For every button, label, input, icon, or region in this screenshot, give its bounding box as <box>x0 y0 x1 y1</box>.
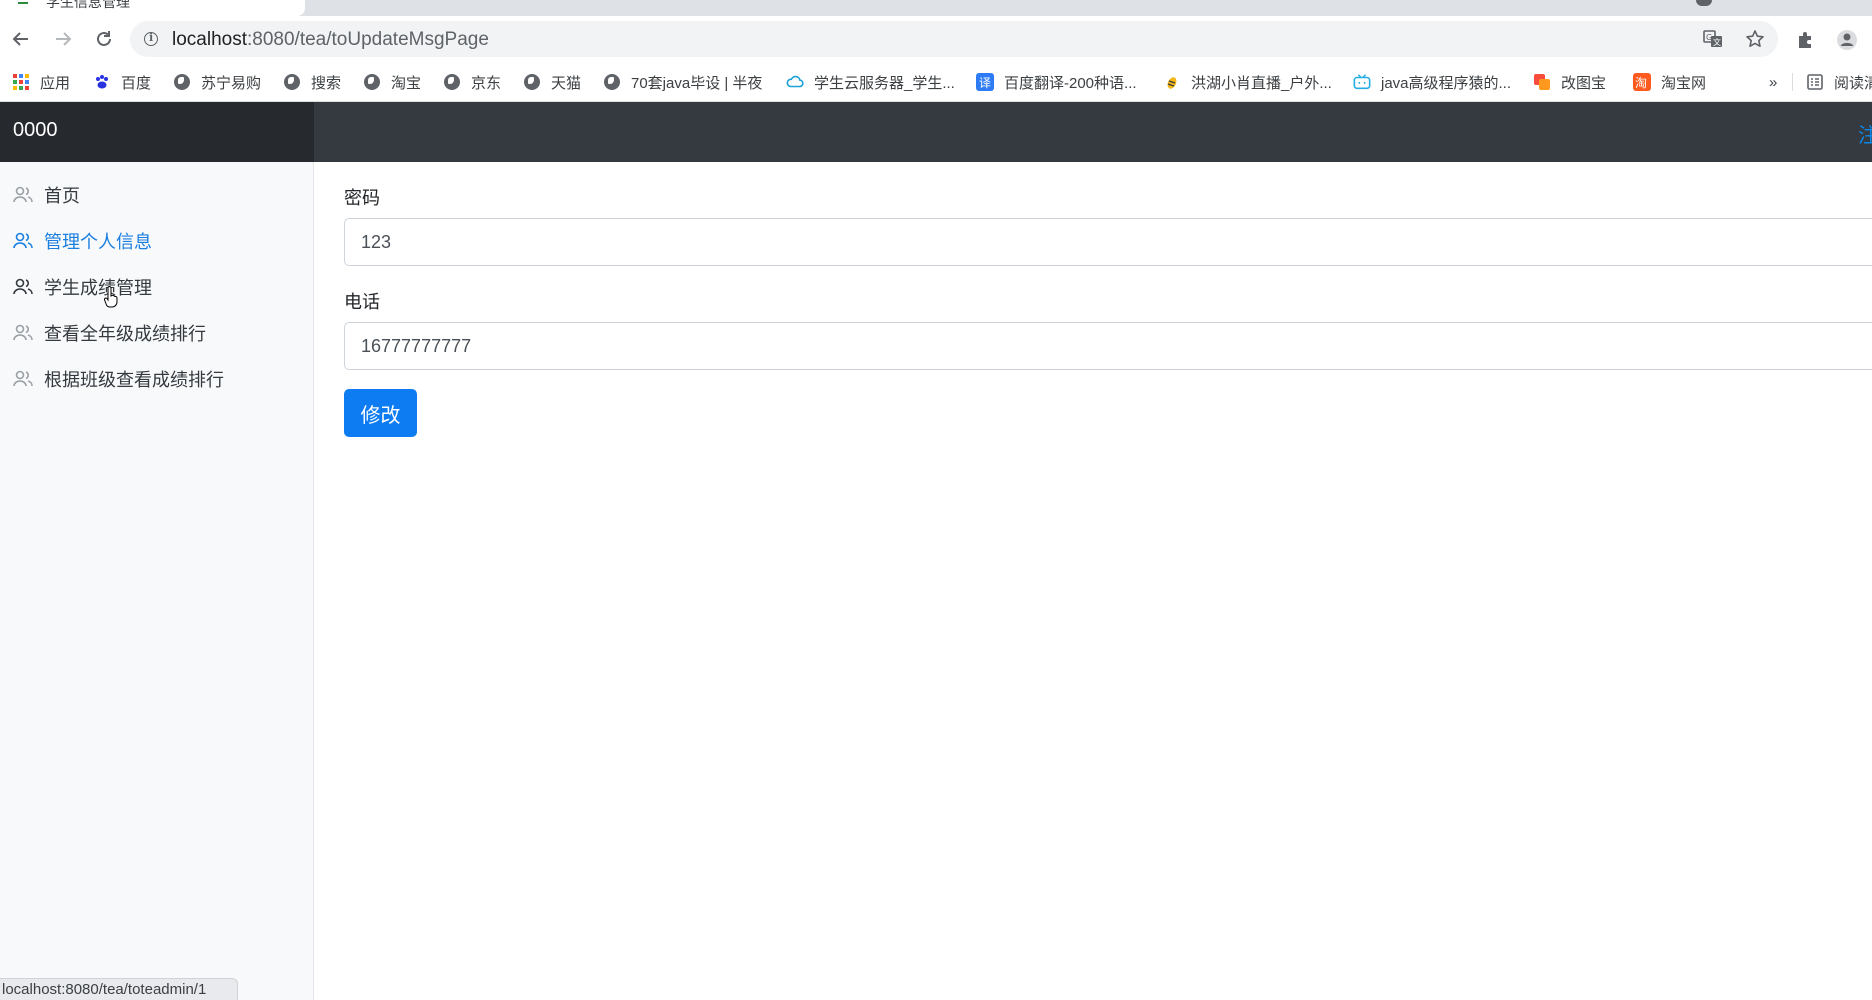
bookmark-java-senior[interactable]: java高级程序猿的... <box>1353 70 1511 94</box>
bookmark-tmall[interactable]: 天猫 <box>523 70 581 94</box>
back-arrow-icon <box>12 32 28 46</box>
bookmark-baidu[interactable]: 百度 <box>93 70 151 94</box>
signout-link[interactable]: 注销 <box>1858 119 1872 148</box>
url-text[interactable]: localhost:8080/tea/toUpdateMsgPage <box>172 29 489 51</box>
puzzle-icon <box>1799 32 1811 48</box>
avatar-icon <box>1837 30 1857 50</box>
sidebar-item-label: 管理个人信息 <box>44 232 152 252</box>
sidebar-item-grade-ranking[interactable]: 查看全年级成绩排行 <box>12 318 206 348</box>
globe-icon <box>283 73 301 91</box>
sidebar-item-personal-info[interactable]: 管理个人信息 <box>12 226 152 256</box>
sidebar-item-class-ranking[interactable]: 根据班级查看成绩排行 <box>12 364 224 394</box>
users-icon <box>13 370 33 387</box>
password-label: 密码 <box>344 188 380 208</box>
phone-input[interactable] <box>344 322 1872 370</box>
app-header: 0000 注销 <box>0 102 1872 162</box>
reload-button[interactable] <box>89 24 119 54</box>
bookmark-baidu-translate[interactable]: 译 百度翻译-200种语... <box>976 70 1137 94</box>
bookmark-taobao[interactable]: 淘宝 <box>363 70 421 94</box>
main-content: 密码 电话 修改 <box>314 162 1872 1000</box>
reload-icon <box>97 31 111 46</box>
browser-toolbar: localhost:8080/tea/toUpdateMsgPage 文G <box>0 16 1872 62</box>
users-icon <box>13 324 33 341</box>
bookmark-jd[interactable]: 京东 <box>443 70 501 94</box>
back-button[interactable] <box>6 24 36 54</box>
cloud-icon <box>786 73 804 91</box>
bookmark-apps[interactable]: 应用 <box>12 70 70 94</box>
reading-list-icon <box>1806 73 1824 91</box>
globe-icon <box>443 73 461 91</box>
svg-text:译: 译 <box>979 76 991 90</box>
tab-favicon-icon <box>18 0 28 4</box>
bookmark-reading-list[interactable]: 阅读清单 <box>1806 70 1872 94</box>
sidebar-item-grade-management[interactable]: 学生成绩管理 <box>12 272 152 302</box>
bookmark-student-cloud[interactable]: 学生云服务器_学生... <box>786 70 955 94</box>
bookmark-search[interactable]: 搜索 <box>283 70 341 94</box>
bookmark-gaitubao[interactable]: 改图宝 <box>1533 70 1606 94</box>
extensions-button[interactable] <box>1794 28 1818 52</box>
tab-title: 学生信息管理 <box>46 0 130 10</box>
sidebar-item-label: 根据班级查看成绩排行 <box>44 370 224 390</box>
svg-text:G: G <box>1706 33 1712 42</box>
globe-icon <box>523 73 541 91</box>
sidebar-item-label: 首页 <box>44 186 80 206</box>
taobao-icon: 淘 <box>1633 73 1651 91</box>
browser-tab-strip: 学生信息管理 <box>0 0 1872 16</box>
sidebar-item-home[interactable]: 首页 <box>12 180 80 210</box>
bookmark-java-projects[interactable]: 70套java毕设 | 半夜 <box>603 70 762 94</box>
forward-button[interactable] <box>48 24 78 54</box>
forward-arrow-icon <box>56 32 72 46</box>
globe-icon <box>363 73 381 91</box>
browser-tab[interactable]: 学生信息管理 <box>0 0 305 16</box>
users-icon <box>13 278 33 295</box>
users-icon <box>13 232 33 249</box>
globe-icon <box>173 73 191 91</box>
brand-title[interactable]: 0000 <box>0 102 314 162</box>
svg-text:淘: 淘 <box>1635 76 1647 90</box>
bookmark-honghu-live[interactable]: 洪湖小肖直播_户外... <box>1163 70 1332 94</box>
baidu-paw-icon <box>93 73 111 91</box>
bookmarks-overflow-button[interactable]: » <box>1769 70 1777 94</box>
gaitubao-icon <box>1533 73 1551 91</box>
site-info-icon[interactable] <box>144 31 158 46</box>
translate-page-icon[interactable]: 文G <box>1702 28 1724 50</box>
translate-icon: 译 <box>976 73 994 91</box>
svg-text:文: 文 <box>1713 37 1721 47</box>
sidebar: 首页 管理个人信息 学生成绩管理 查看全年级成绩排行 根据班级查看成绩排行 <box>0 162 314 1000</box>
hand-cursor-icon <box>104 286 118 308</box>
profile-button[interactable] <box>1835 28 1859 52</box>
bookmarks-divider <box>1792 73 1793 91</box>
bookmark-suning[interactable]: 苏宁易购 <box>173 70 261 94</box>
bookmark-taobao-web[interactable]: 淘 淘宝网 <box>1633 70 1706 94</box>
sidebar-item-label: 查看全年级成绩排行 <box>44 324 206 344</box>
globe-icon <box>603 73 621 91</box>
submit-button[interactable]: 修改 <box>344 389 417 437</box>
address-bar[interactable]: localhost:8080/tea/toUpdateMsgPage 文G <box>130 21 1778 57</box>
bookmark-star-icon[interactable] <box>1744 28 1766 50</box>
bookmarks-bar: 应用 百度 苏宁易购 搜索 淘宝 京东 天猫 70套java毕设 | 半夜 学生… <box>0 62 1872 102</box>
status-bar-url: localhost:8080/tea/toteadmin/1 <box>0 978 238 1000</box>
phone-label: 电话 <box>344 292 380 312</box>
password-input[interactable] <box>344 218 1872 266</box>
bee-icon <box>1163 73 1181 91</box>
sidebar-item-label: 学生成绩管理 <box>44 278 152 298</box>
apps-icon <box>12 73 30 91</box>
users-icon <box>13 186 33 203</box>
profile-indicator-icon <box>1696 0 1712 6</box>
bilibili-icon <box>1353 73 1371 91</box>
